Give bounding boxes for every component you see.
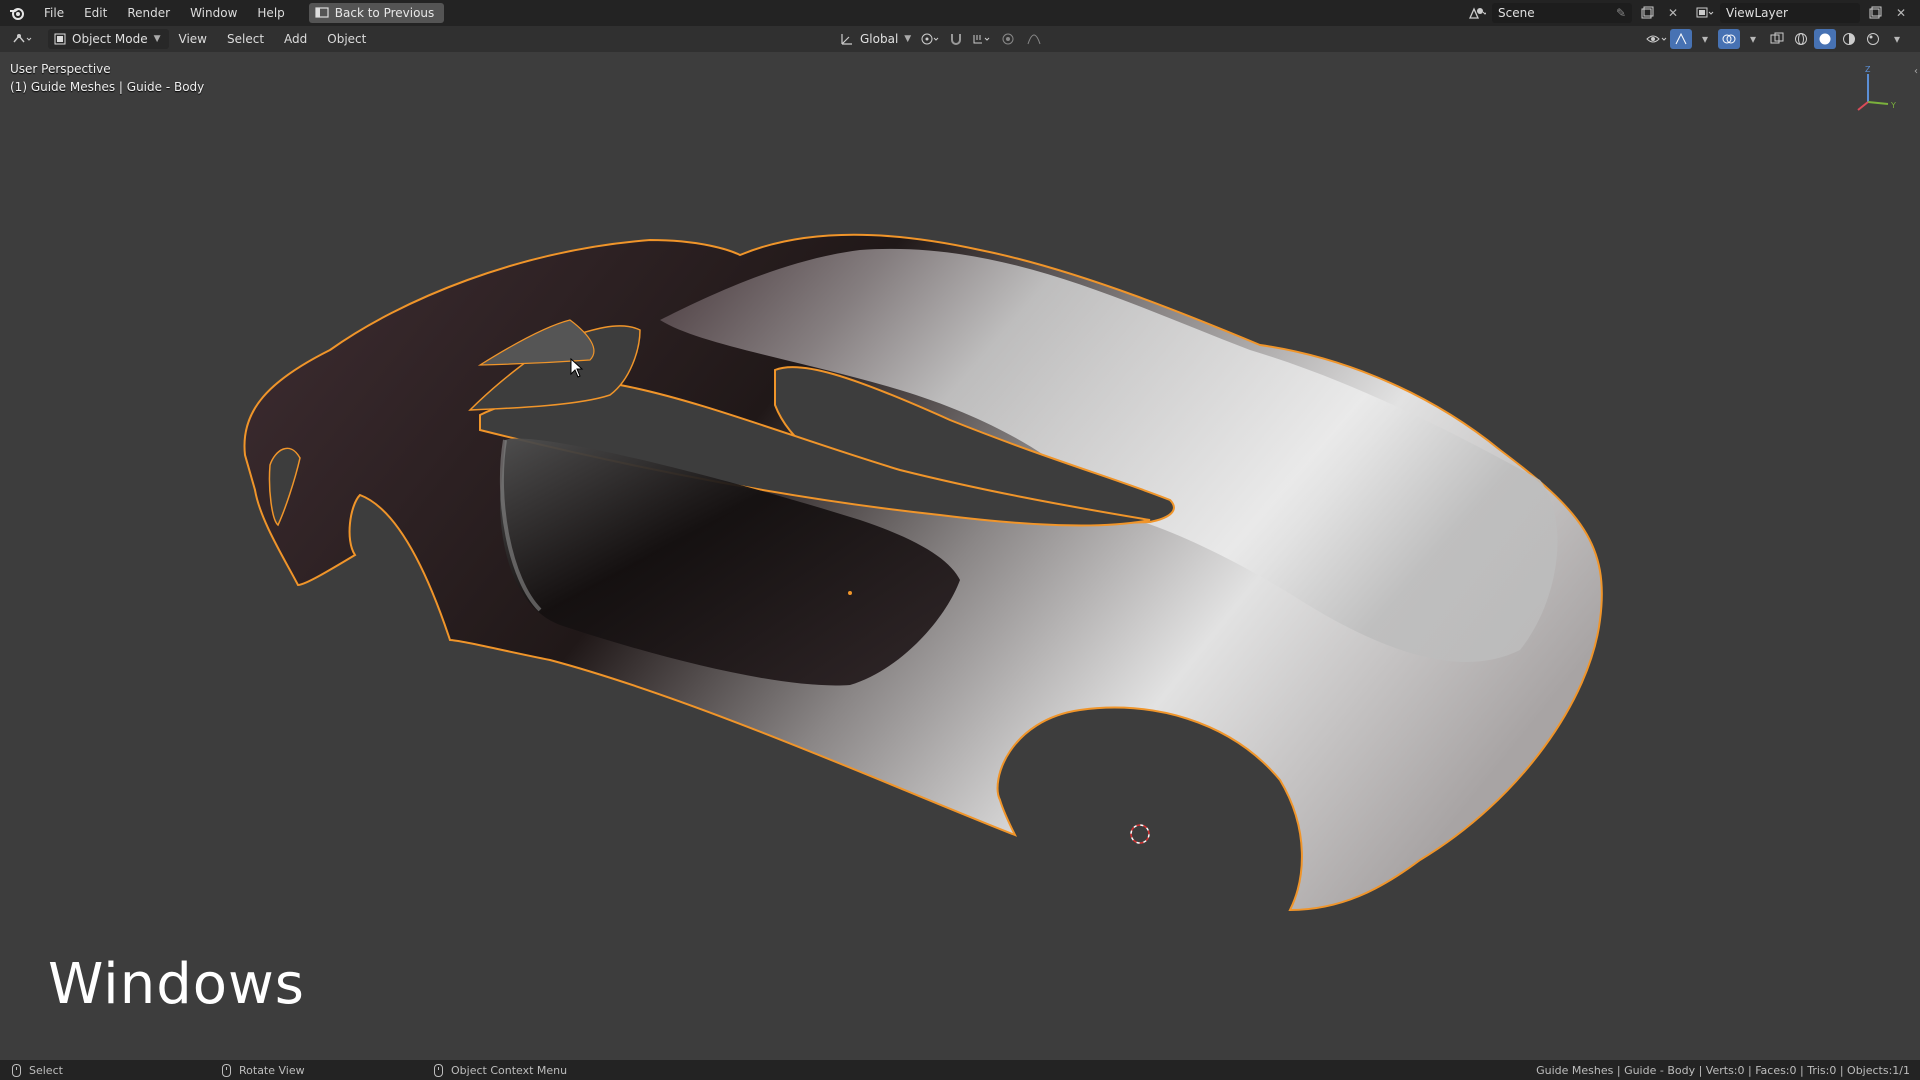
rendered-shading-icon[interactable] xyxy=(1862,29,1884,49)
view-layer-field[interactable]: ViewLayer xyxy=(1720,3,1860,23)
new-view-layer-icon[interactable] xyxy=(1864,3,1886,23)
gizmo-dropdown-icon[interactable]: ▾ xyxy=(1694,29,1716,49)
wireframe-shading-icon[interactable] xyxy=(1790,29,1812,49)
material-shading-icon[interactable] xyxy=(1838,29,1860,49)
scene-selector-icon[interactable] xyxy=(1466,3,1488,23)
scene-name-field[interactable]: Scene ✎ xyxy=(1492,3,1632,23)
status-context-menu: Object Context Menu xyxy=(451,1063,568,1077)
solid-shading-icon[interactable] xyxy=(1814,29,1836,49)
visibility-icon[interactable] xyxy=(1646,29,1668,49)
overlays-icon[interactable] xyxy=(1718,29,1740,49)
mouse-right-icon xyxy=(434,1063,443,1077)
pin-icon[interactable]: ✎ xyxy=(1616,6,1626,20)
chevron-down-icon: ▼ xyxy=(153,34,161,44)
menu-edit[interactable]: Edit xyxy=(74,0,117,26)
falloff-icon[interactable] xyxy=(1023,29,1045,49)
scene-name: Scene xyxy=(1498,6,1535,20)
transform-orientation-label: Global xyxy=(860,32,899,46)
editor-type-icon[interactable] xyxy=(12,29,34,49)
chevron-down-icon: ▼ xyxy=(904,34,912,44)
mouse-middle-icon xyxy=(222,1063,231,1077)
orientation-icon xyxy=(841,34,852,45)
blender-logo-icon[interactable] xyxy=(0,5,34,21)
header-menu-view[interactable]: View xyxy=(169,32,217,46)
overlays-dropdown-icon[interactable]: ▾ xyxy=(1742,29,1764,49)
screen-icon xyxy=(315,7,329,18)
menu-window[interactable]: Window xyxy=(180,0,247,26)
status-select: Select xyxy=(29,1063,63,1077)
transform-orientation-dropdown[interactable]: Global ▼ xyxy=(836,29,916,49)
menu-file[interactable]: File xyxy=(34,0,74,26)
back-to-previous-label: Back to Previous xyxy=(334,6,435,20)
object-mode-dropdown[interactable]: Object Mode ▼ xyxy=(48,29,169,49)
mouse-pointer-icon xyxy=(570,358,584,378)
watermark-text: Windows xyxy=(48,952,305,1017)
object-mode-label: Object Mode xyxy=(72,32,148,46)
menu-help[interactable]: Help xyxy=(247,0,294,26)
header-menu-object[interactable]: Object xyxy=(317,32,376,46)
top-menu-bar: File Edit Render Window Help Back to Pre… xyxy=(0,0,1920,26)
back-to-previous-button[interactable]: Back to Previous xyxy=(308,3,445,23)
status-bar: Select Rotate View Object Context Menu G… xyxy=(0,1060,1920,1080)
view-layer-icon[interactable] xyxy=(1694,3,1716,23)
view-layer-name: ViewLayer xyxy=(1726,6,1788,20)
snap-icon[interactable] xyxy=(945,29,967,49)
new-scene-icon[interactable] xyxy=(1636,3,1658,23)
car-body-mesh[interactable] xyxy=(0,52,1920,1060)
3d-cursor-icon[interactable] xyxy=(1128,822,1152,846)
delete-view-layer-icon[interactable]: ✕ xyxy=(1890,3,1912,23)
header-menu-add[interactable]: Add xyxy=(274,32,317,46)
viewport-header: Object Mode ▼ View Select Add Object Glo… xyxy=(0,26,1920,52)
gizmo-icon[interactable] xyxy=(1670,29,1692,49)
status-rotate-view: Rotate View xyxy=(239,1063,305,1077)
object-mode-icon xyxy=(54,33,66,45)
proportional-editing-icon[interactable] xyxy=(997,29,1019,49)
mouse-left-icon xyxy=(12,1063,21,1077)
snap-target-icon[interactable] xyxy=(971,29,993,49)
xray-icon[interactable] xyxy=(1766,29,1788,49)
menu-render[interactable]: Render xyxy=(117,0,180,26)
pivot-point-icon[interactable] xyxy=(919,29,941,49)
shading-dropdown-icon[interactable]: ▾ xyxy=(1886,29,1908,49)
header-menu-select[interactable]: Select xyxy=(217,32,274,46)
delete-scene-icon[interactable]: ✕ xyxy=(1662,3,1684,23)
scene-statistics: Guide Meshes | Guide - Body | Verts:0 | … xyxy=(1536,1063,1910,1077)
3d-viewport[interactable]: User Perspective (1) Guide Meshes | Guid… xyxy=(0,52,1920,1060)
